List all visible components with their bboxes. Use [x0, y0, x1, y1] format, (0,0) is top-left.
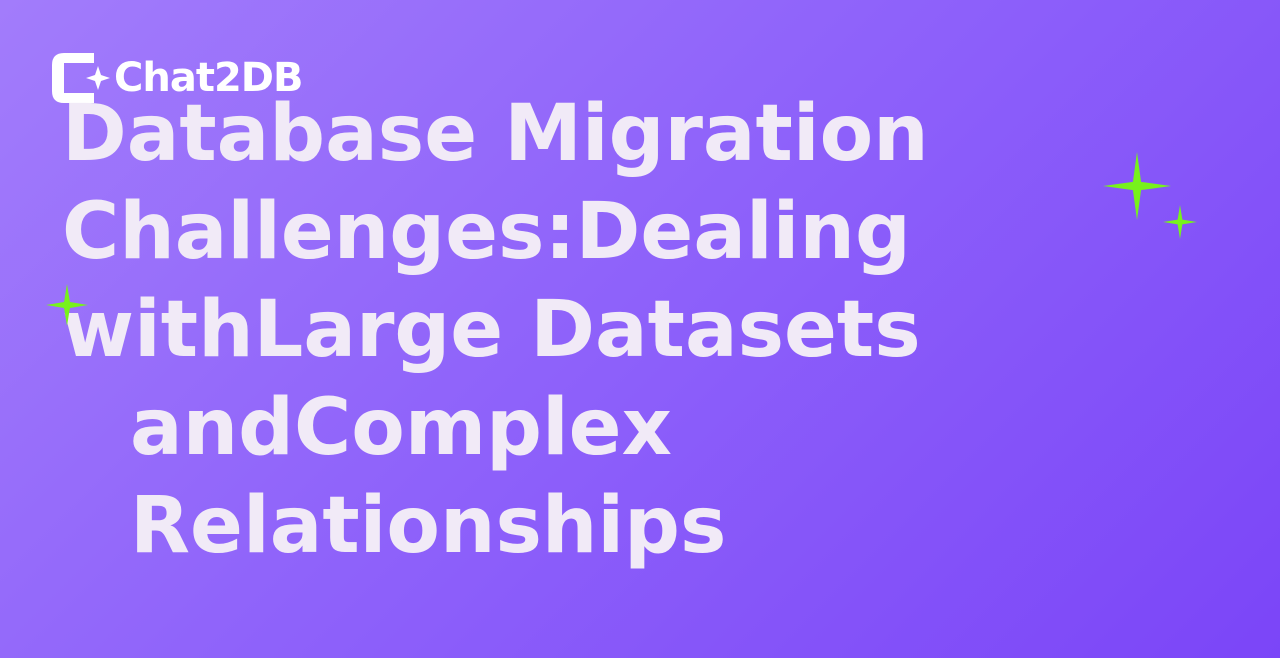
page-title: Database Migration Challenges:Dealing wi… [62, 85, 929, 575]
sparkle-icon [46, 284, 88, 326]
title-line-1: Database Migration [62, 89, 929, 179]
sparkle-icon [1163, 205, 1197, 239]
title-line-2: Challenges:Dealing [62, 187, 911, 277]
sparkle-icon [1103, 152, 1171, 220]
title-line-5: Relationships [130, 481, 727, 571]
title-line-4: andComplex [130, 383, 672, 473]
title-line-3: withLarge Datasets [62, 285, 921, 375]
